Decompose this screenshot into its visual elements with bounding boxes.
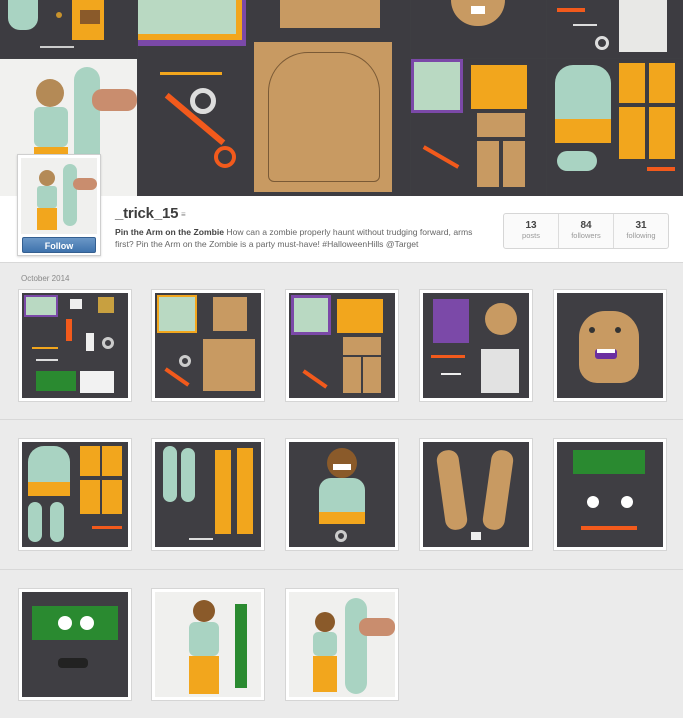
cover-photo-6[interactable] xyxy=(411,59,546,196)
photo-image xyxy=(289,442,395,547)
photo-image xyxy=(423,293,529,398)
row-divider xyxy=(0,419,683,420)
photo-thumbnail[interactable] xyxy=(285,289,399,402)
photo-image xyxy=(423,442,529,547)
username: _trick_15 xyxy=(115,205,179,222)
stat-posts-label: posts xyxy=(522,231,540,240)
photo-image xyxy=(289,592,395,697)
stat-followers[interactable]: 84 followers xyxy=(559,214,614,248)
photo-thumbnail[interactable] xyxy=(151,289,265,402)
cover-photo-3[interactable] xyxy=(138,0,410,196)
stat-following-label: following xyxy=(626,231,656,240)
stat-posts-value: 13 xyxy=(525,220,537,231)
stat-followers-value: 84 xyxy=(580,220,592,231)
profile-bio: Pin the Arm on the Zombie How can a zomb… xyxy=(115,226,487,250)
profile-stats: 13 posts 84 followers 31 following xyxy=(503,213,669,249)
bio-title: Pin the Arm on the Zombie xyxy=(115,227,225,237)
stat-following-value: 31 xyxy=(635,220,647,231)
cover-photo-4[interactable] xyxy=(411,0,546,58)
photo-thumbnail[interactable] xyxy=(419,289,533,402)
profile-avatar[interactable]: Follow xyxy=(17,154,101,256)
photo-thumbnail[interactable] xyxy=(419,438,533,551)
photo-thumbnail[interactable] xyxy=(151,438,265,551)
photo-image xyxy=(557,442,663,547)
photo-image xyxy=(22,592,128,697)
stat-following[interactable]: 31 following xyxy=(614,214,668,248)
photo-image xyxy=(155,592,261,697)
cover-photo-7[interactable] xyxy=(547,59,683,196)
photo-thumbnail[interactable] xyxy=(285,438,399,551)
photo-thumbnail[interactable] xyxy=(151,588,265,701)
cover-photo-5[interactable] xyxy=(547,0,683,58)
photo-image xyxy=(557,293,663,398)
cover-mosaic xyxy=(0,0,683,196)
section-date: October 2014 xyxy=(21,274,70,283)
follow-button[interactable]: Follow xyxy=(22,237,96,253)
menu-icon[interactable]: ≡ xyxy=(181,210,186,219)
photo-thumbnail[interactable] xyxy=(18,588,132,701)
stat-followers-label: followers xyxy=(571,231,601,240)
photo-thumbnail[interactable] xyxy=(18,289,132,402)
photo-thumbnail[interactable] xyxy=(18,438,132,551)
photo-image xyxy=(155,442,261,547)
avatar-image xyxy=(21,158,97,234)
photo-thumbnail[interactable] xyxy=(285,588,399,701)
photo-thumbnail[interactable] xyxy=(553,438,667,551)
row-divider xyxy=(0,569,683,570)
photo-image xyxy=(22,293,128,398)
photo-image xyxy=(289,293,395,398)
stat-posts[interactable]: 13 posts xyxy=(504,214,559,248)
photo-thumbnail[interactable] xyxy=(553,289,667,402)
cover-photo-1[interactable] xyxy=(0,0,137,58)
photo-image xyxy=(155,293,261,398)
photo-image xyxy=(22,442,128,547)
